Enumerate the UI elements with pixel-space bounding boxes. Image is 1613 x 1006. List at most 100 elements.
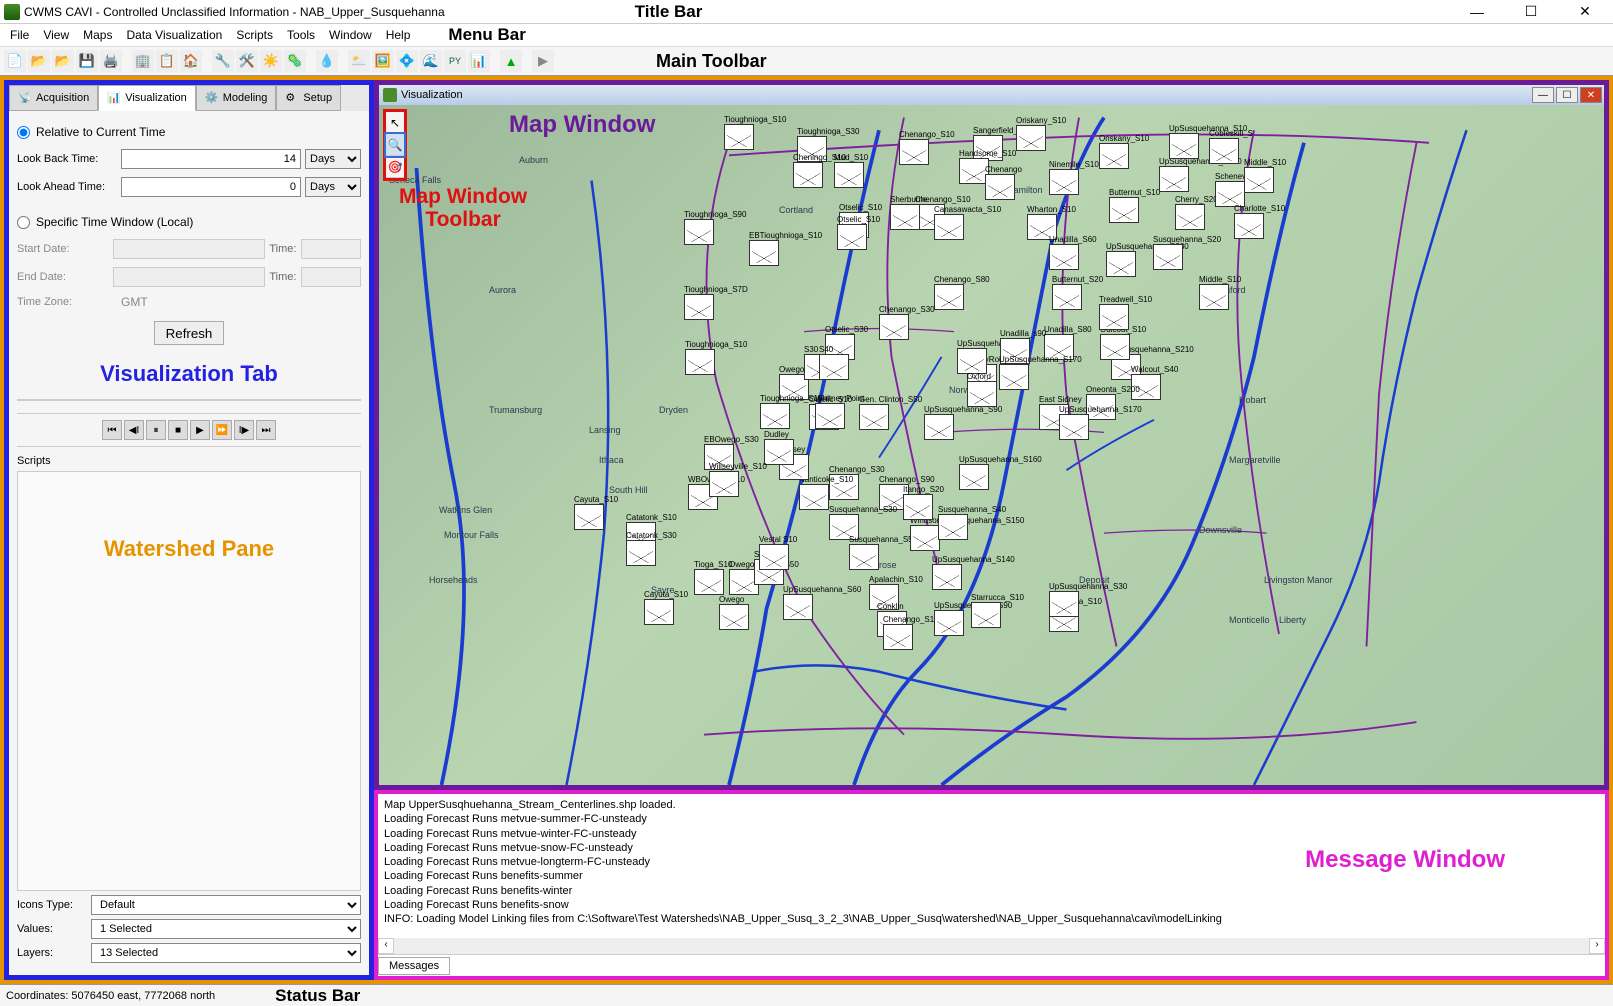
hydrograph-icon[interactable]	[764, 439, 794, 465]
hydrograph-icon[interactable]	[684, 294, 714, 320]
station-marker[interactable]: UpSusquehanna_S140	[932, 555, 1015, 590]
hydrograph-icon[interactable]	[1049, 244, 1079, 270]
station-marker[interactable]: Tioughnioga_S10	[724, 115, 786, 150]
map-pan-tool[interactable]: 🎯	[386, 156, 404, 178]
station-marker[interactable]: EBTioughnioga_S10	[749, 231, 822, 266]
pb-ff[interactable]: ⏩	[212, 420, 232, 440]
station-marker[interactable]: Susquehanna_S20	[1153, 235, 1221, 270]
station-marker[interactable]: Susquehanna_S50	[849, 535, 917, 570]
tab-visualization[interactable]: 📊 Visualization	[98, 85, 196, 111]
station-marker[interactable]: Chenango_S10	[899, 130, 955, 165]
close-button[interactable]: ✕	[1567, 2, 1603, 22]
look-back-input[interactable]	[121, 149, 301, 169]
station-marker[interactable]: Ninemile_S10	[1049, 160, 1099, 195]
station-marker[interactable]: Vestal S10	[759, 535, 797, 570]
message-body[interactable]: Map UpperSusqhuehanna_Stream_Centerlines…	[378, 794, 1605, 938]
station-marker[interactable]: Willseyville_S10	[709, 462, 767, 497]
tb-open2[interactable]: 📂	[52, 50, 74, 72]
station-marker[interactable]: Butternut_S20	[1052, 275, 1103, 310]
map-zoom-tool[interactable]: 🔍	[386, 134, 404, 156]
specific-time-radio[interactable]	[17, 216, 30, 229]
pb-step-back[interactable]: ◀I	[124, 420, 144, 440]
tb-10[interactable]: 🔧	[212, 50, 234, 72]
hscroll-left[interactable]: ‹	[378, 938, 394, 954]
station-marker[interactable]: Starrucca_S10	[971, 593, 1024, 628]
pb-play[interactable]: ▶	[190, 420, 210, 440]
station-marker[interactable]: UpSusquehanna_S160	[959, 455, 1042, 490]
station-marker[interactable]: UpSusquehanna_S30	[1049, 582, 1127, 617]
hydrograph-icon[interactable]	[793, 162, 823, 188]
station-marker[interactable]: Middle_S10	[1199, 275, 1241, 310]
hydrograph-icon[interactable]	[799, 484, 829, 510]
station-marker[interactable]: UpSusquehanna_S60	[783, 585, 861, 620]
tab-acquisition[interactable]: 📡 Acquisition	[9, 85, 98, 111]
hydrograph-icon[interactable]	[685, 349, 715, 375]
tb-save[interactable]: 💾	[76, 50, 98, 72]
station-marker[interactable]: Mud_S10	[834, 153, 868, 188]
station-marker[interactable]: Tioga_S10	[694, 560, 732, 595]
tb-8[interactable]: 🏠	[180, 50, 202, 72]
tab-modeling[interactable]: ⚙️ Modeling	[196, 85, 277, 111]
tb-new[interactable]: 📄	[4, 50, 26, 72]
hydrograph-icon[interactable]	[760, 403, 790, 429]
hydrograph-icon[interactable]	[934, 610, 964, 636]
hydrograph-icon[interactable]	[899, 139, 929, 165]
tb-17[interactable]: 🌥️	[348, 50, 370, 72]
hydrograph-icon[interactable]	[1169, 133, 1199, 159]
tb-26[interactable]: ▶	[532, 50, 554, 72]
hydrograph-icon[interactable]	[938, 514, 968, 540]
hydrograph-icon[interactable]	[879, 314, 909, 340]
hydrograph-icon[interactable]	[999, 364, 1029, 390]
tb-19[interactable]: 💠	[396, 50, 418, 72]
hydrograph-icon[interactable]	[883, 624, 913, 650]
station-marker[interactable]: Oriskany_S10	[1016, 116, 1066, 151]
station-marker[interactable]: Middle_S10	[1244, 158, 1286, 193]
look-back-unit[interactable]: Days	[305, 149, 361, 169]
station-marker[interactable]: Charlotte_S10	[1234, 204, 1285, 239]
menu-window[interactable]: Window	[323, 26, 378, 44]
hydrograph-icon[interactable]	[1059, 414, 1089, 440]
values-select[interactable]: 1 Selected	[91, 919, 361, 939]
hydrograph-icon[interactable]	[837, 224, 867, 250]
hydrograph-icon[interactable]	[749, 240, 779, 266]
station-marker[interactable]: Owego	[719, 595, 749, 630]
station-marker[interactable]: Tioughnioga_S10	[685, 340, 747, 375]
messages-tab[interactable]: Messages	[378, 957, 450, 975]
hydrograph-icon[interactable]	[709, 471, 739, 497]
layers-select[interactable]: 13 Selected	[91, 943, 361, 963]
menu-scripts[interactable]: Scripts	[230, 26, 279, 44]
pb-step-fwd[interactable]: I▶	[234, 420, 254, 440]
hydrograph-icon[interactable]	[694, 569, 724, 595]
station-marker[interactable]: Susquehanna_S40	[938, 505, 1006, 540]
hydrograph-icon[interactable]	[1106, 251, 1136, 277]
hydrograph-icon[interactable]	[684, 219, 714, 245]
maximize-button[interactable]: ☐	[1513, 2, 1549, 22]
hydrograph-icon[interactable]	[644, 599, 674, 625]
hydrograph-icon[interactable]	[1099, 304, 1129, 330]
hydrograph-icon[interactable]	[626, 540, 656, 566]
hydrograph-icon[interactable]	[815, 403, 845, 429]
menu-help[interactable]: Help	[380, 26, 417, 44]
station-marker[interactable]: S40	[819, 345, 849, 380]
tb-15[interactable]: 💧	[316, 50, 338, 72]
hydrograph-icon[interactable]	[1099, 143, 1129, 169]
hydrograph-icon[interactable]	[957, 348, 987, 374]
tb-12[interactable]: ☀️	[260, 50, 282, 72]
station-marker[interactable]: Dudley	[764, 430, 794, 465]
hydrograph-icon[interactable]	[903, 494, 933, 520]
hydrograph-icon[interactable]	[834, 162, 864, 188]
tb-20[interactable]: 🌊	[420, 50, 442, 72]
hydrograph-icon[interactable]	[971, 602, 1001, 628]
map-minimize[interactable]: —	[1532, 87, 1554, 103]
station-marker[interactable]: Treadwell_S10	[1099, 295, 1152, 330]
hydrograph-icon[interactable]	[1175, 204, 1205, 230]
hscroll-right[interactable]: ›	[1589, 938, 1605, 954]
station-marker[interactable]: UpSusquehanna_S90	[924, 405, 1002, 440]
hydrograph-icon[interactable]	[574, 504, 604, 530]
hydrograph-icon[interactable]	[859, 404, 889, 430]
tb-24[interactable]: ▲	[500, 50, 522, 72]
station-marker[interactable]: UpSusquehanna_S170	[999, 355, 1082, 390]
hydrograph-icon[interactable]	[1049, 591, 1079, 617]
tb-open[interactable]: 📂	[28, 50, 50, 72]
look-ahead-input[interactable]	[121, 177, 301, 197]
